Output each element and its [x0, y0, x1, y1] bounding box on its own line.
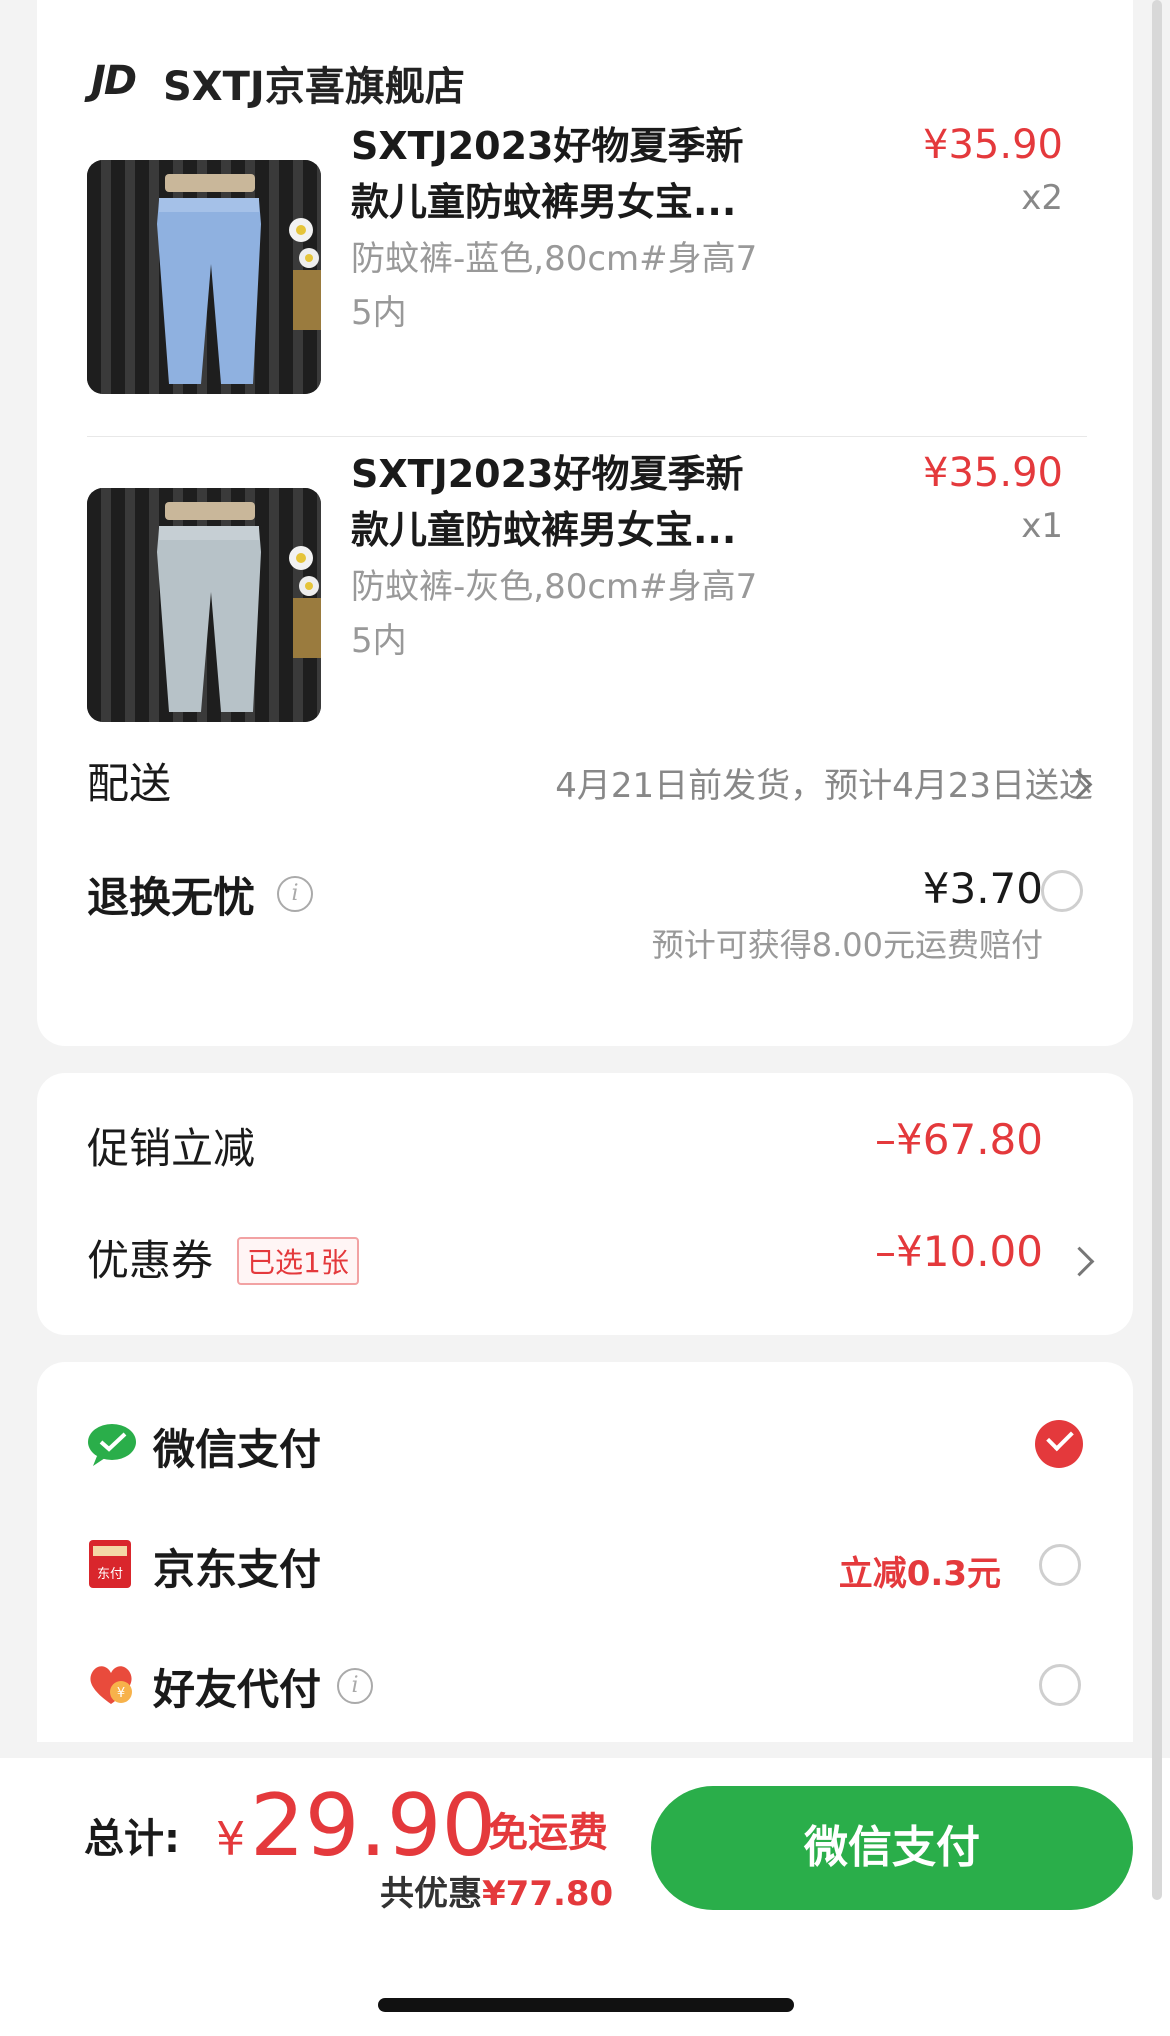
total-amount: 29.90: [250, 1776, 497, 1876]
flower-decoration: [289, 218, 321, 330]
radio-checked-icon[interactable]: [1035, 1420, 1083, 1468]
delivery-row[interactable]: 配送 4月21日前发货，预计4月23日送达: [87, 750, 1093, 820]
payment-radio[interactable]: [1039, 1664, 1081, 1706]
total-saved: 共优惠¥77.80: [380, 1874, 614, 1914]
payment-option-friend[interactable]: ¥ 好友代付 i: [87, 1642, 1117, 1726]
chevron-right-icon: [1064, 1246, 1095, 1277]
return-insurance-note: 预计可获得8.00元运费赔付: [651, 926, 1043, 964]
wechat-pay-icon: [88, 1424, 136, 1466]
return-insurance-label: 退换无忧: [87, 873, 256, 922]
product-thumbnail[interactable]: [87, 488, 321, 722]
info-icon[interactable]: i: [337, 1668, 373, 1704]
payment-methods-card: 微信支付 东付 京东支付 立减0.3元 ¥ 好友代付 i: [37, 1362, 1133, 1742]
free-shipping-label: 免运费: [488, 1810, 608, 1856]
wechat-pay-button[interactable]: 微信支付: [651, 1786, 1133, 1910]
product-title[interactable]: SXTJ2023好物夏季新 款儿童防蚊裤男女宝...: [351, 446, 821, 558]
jd-pay-promo: 立减0.3元: [838, 1554, 1001, 1594]
product-thumbnail[interactable]: [87, 160, 321, 394]
payment-option-wechat[interactable]: 微信支付: [87, 1402, 1117, 1486]
total-label: 总计:: [84, 1816, 180, 1862]
product-price: ¥35.90: [923, 450, 1063, 496]
scrollbar[interactable]: [1152, 0, 1162, 1900]
payment-radio[interactable]: [1039, 1544, 1081, 1586]
delivery-label: 配送: [87, 759, 172, 808]
pants-image: [157, 526, 261, 712]
payment-label: 微信支付: [153, 1425, 322, 1474]
svg-text:¥: ¥: [117, 1686, 125, 1701]
return-insurance-radio[interactable]: [1041, 870, 1083, 912]
friend-pay-icon: ¥: [90, 1666, 132, 1704]
total-currency: ¥: [216, 1812, 246, 1866]
info-icon[interactable]: i: [277, 876, 313, 912]
pants-image: [157, 198, 261, 384]
coupon-selected-badge: 已选1张: [237, 1237, 359, 1285]
flower-decoration: [289, 546, 321, 658]
shop-name[interactable]: SXTJ京喜旗舰店: [163, 54, 465, 112]
coupon-row[interactable]: 优惠券 已选1张 –¥10.00: [87, 1221, 1117, 1293]
promo-label: 促销立减: [87, 1124, 256, 1173]
jd-logo: JD: [91, 58, 137, 104]
product-quantity: x1: [1021, 506, 1063, 546]
divider: [87, 436, 1087, 437]
jd-pay-icon: 东付: [89, 1540, 131, 1588]
product-quantity: x2: [1021, 178, 1063, 218]
coupon-label: 优惠券: [87, 1236, 214, 1285]
discount-card: 促销立减 –¥67.80 优惠券 已选1张 –¥10.00: [37, 1073, 1133, 1335]
product-spec: 防蚊裤-灰色,80cm#身高7 5内: [351, 567, 758, 661]
svg-text:东付: 东付: [97, 1567, 123, 1582]
order-items-card: JD SXTJ京喜旗舰店 SXTJ2023好物夏季新 款儿童防蚊裤男女宝... 防…: [37, 0, 1133, 1046]
product-spec: 防蚊裤-蓝色,80cm#身高7 5内: [351, 239, 758, 333]
home-indicator[interactable]: [378, 1998, 794, 2012]
product-title[interactable]: SXTJ2023好物夏季新 款儿童防蚊裤男女宝...: [351, 118, 821, 230]
payment-label: 京东支付: [153, 1545, 322, 1594]
payment-label: 好友代付: [153, 1665, 322, 1714]
delivery-estimate: 4月21日前发货，预计4月23日送达: [555, 766, 1093, 806]
coupon-value: –¥10.00: [875, 1227, 1043, 1276]
product-price: ¥35.90: [923, 122, 1063, 168]
promo-value: –¥67.80: [875, 1115, 1043, 1164]
payment-option-jd[interactable]: 东付 京东支付 立减0.3元: [87, 1522, 1117, 1606]
return-insurance-price: ¥3.70: [922, 864, 1043, 913]
